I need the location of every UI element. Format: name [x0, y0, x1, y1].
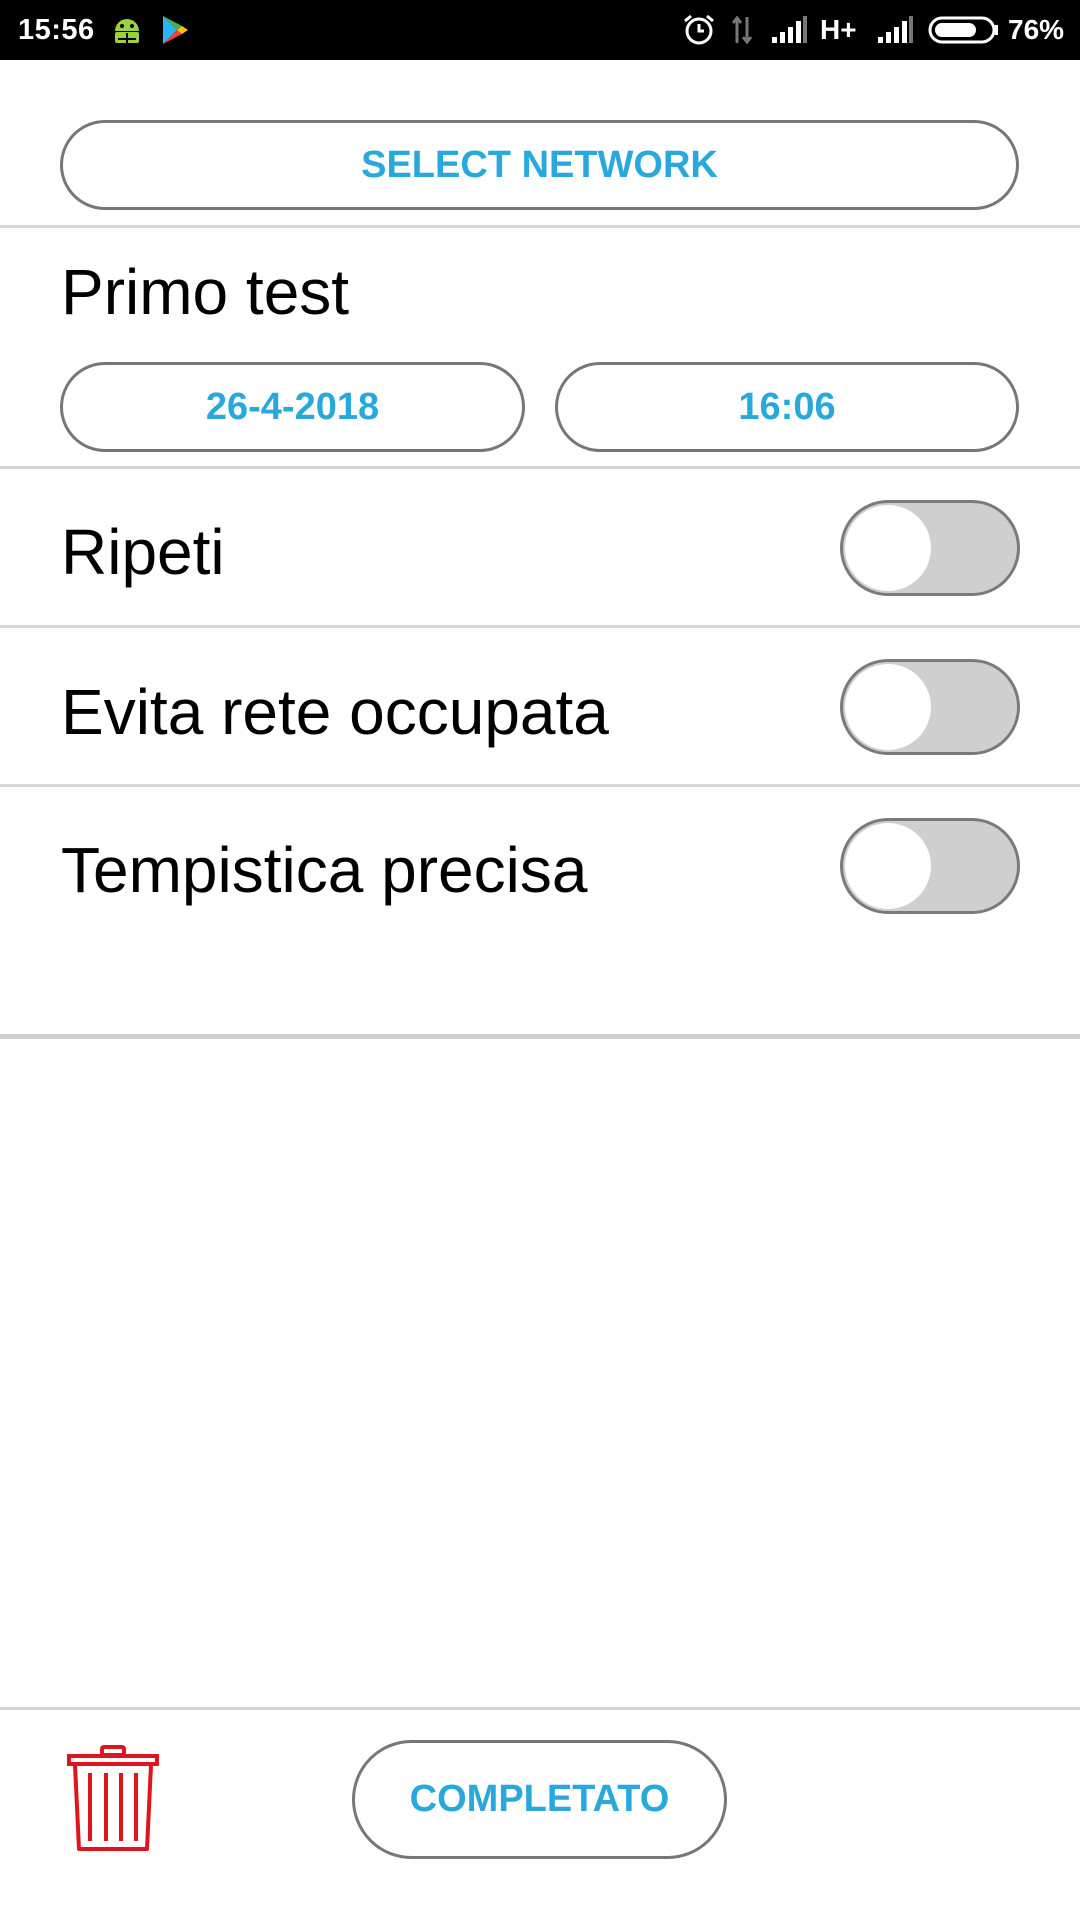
- footer-divider: [0, 1707, 1080, 1710]
- precise-timing-toggle[interactable]: [840, 818, 1020, 914]
- toggle-knob: [845, 823, 931, 909]
- trash-icon[interactable]: [66, 1745, 160, 1853]
- select-network-button[interactable]: SELECT NETWORK: [60, 120, 1019, 210]
- battery-icon: [928, 0, 1000, 60]
- play-store-icon: [160, 0, 190, 60]
- test-name: Primo test: [61, 256, 350, 328]
- select-network-label: SELECT NETWORK: [361, 143, 718, 186]
- avoid-busy-network-label: Evita rete occupata: [61, 676, 609, 748]
- status-time: 15:56: [18, 14, 95, 46]
- time-picker-button[interactable]: 16:06: [555, 362, 1019, 452]
- battery-percent: 76%: [1008, 14, 1065, 45]
- precise-timing-label: Tempistica precisa: [61, 834, 588, 906]
- toggle-knob: [845, 505, 931, 591]
- status-bar: 15:56 H+ 76%: [0, 0, 1080, 60]
- network-type: H+: [820, 14, 857, 45]
- signal-icon: [876, 0, 914, 60]
- alarm-icon: [682, 0, 716, 60]
- toggle-knob: [845, 664, 931, 750]
- avoid-busy-network-toggle[interactable]: [840, 659, 1020, 755]
- repeat-toggle[interactable]: [840, 500, 1020, 596]
- complete-button[interactable]: COMPLETATO: [352, 1740, 727, 1859]
- section-divider: [0, 1034, 1080, 1039]
- date-picker-button[interactable]: 26-4-2018: [60, 362, 525, 452]
- divider: [0, 625, 1080, 628]
- divider: [0, 784, 1080, 787]
- divider: [0, 225, 1080, 228]
- divider: [0, 466, 1080, 469]
- signal-icon: [770, 0, 808, 60]
- data-arrows-icon: [730, 0, 754, 60]
- time-value: 16:06: [738, 385, 836, 428]
- repeat-label: Ripeti: [61, 516, 225, 588]
- android-debug-icon: [110, 0, 144, 60]
- complete-label: COMPLETATO: [409, 1778, 670, 1820]
- date-value: 26-4-2018: [205, 385, 380, 428]
